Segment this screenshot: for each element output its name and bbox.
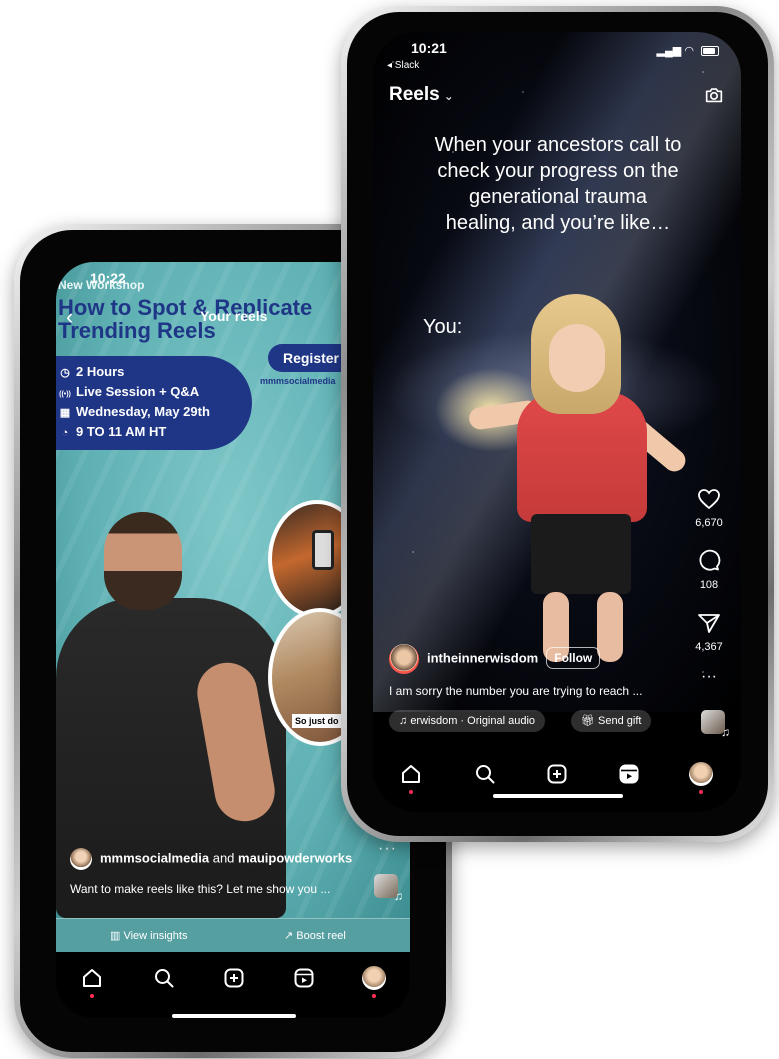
reel-caption[interactable]: I am sorry the number you are trying to … <box>389 684 642 698</box>
comment-count: 108 <box>699 579 719 591</box>
home-notification-dot <box>409 790 413 794</box>
reel-author-row[interactable]: mmmsocialmedia and mauipowderworks <box>70 848 352 870</box>
back-chevron-icon[interactable]: ‹ <box>66 304 73 330</box>
heart-icon[interactable] <box>697 488 721 510</box>
reel-caption[interactable]: Want to make reels like this? Let me sho… <box>70 882 330 896</box>
reel-actions-rail: 6,670 108 4,367 ··· <box>689 488 729 688</box>
page-title: Your reels <box>200 308 268 324</box>
create-post-icon[interactable] <box>545 762 569 786</box>
collab-username[interactable]: mauipowderworks <box>238 850 352 865</box>
search-icon[interactable] <box>152 966 176 990</box>
gift-icon: 🎁︎ <box>581 715 599 727</box>
create-post-icon[interactable] <box>222 966 246 990</box>
detail-time: ◔ 9 TO 11 AM HT <box>58 424 167 439</box>
profile-avatar-icon[interactable] <box>689 762 713 786</box>
workshop-details-pill: ◷ 2 Hours ((•)) Live Session + Q&A ▦ Wednes… <box>56 356 252 450</box>
detail-duration: ◷ 2 Hours <box>58 364 124 379</box>
clock-icon: ◷ <box>60 367 70 379</box>
send-gift-button[interactable]: 🎁︎ Send gift <box>571 710 652 732</box>
front-phone-screen: 10:21 ◂ Slack ▂▄▆ ◠ Reels ⌄ When your anc… <box>373 32 741 812</box>
author-username[interactable]: intheinnerwisdom <box>427 650 538 665</box>
chevron-down-icon[interactable]: ⌄ <box>444 89 454 103</box>
boost-reel-button[interactable]: ↗ Boost reel <box>284 929 346 942</box>
bottom-nav-bar <box>56 952 410 1008</box>
profile-avatar-icon[interactable] <box>362 966 386 990</box>
back-to-slack-link[interactable]: ◂ Slack <box>387 60 419 71</box>
detail-session: ((•)) Live Session + Q&A <box>59 384 200 399</box>
profile-notification-dot <box>372 994 376 998</box>
wifi-icon: ◠ <box>684 45 694 57</box>
more-options-icon[interactable]: ··· <box>689 668 729 686</box>
view-insights-button[interactable]: ▥ View insights <box>110 929 187 942</box>
video-text-overlay: When your ancestors call to check your p… <box>434 134 682 234</box>
comment-button[interactable]: 108 <box>689 548 729 591</box>
reel-video-child <box>467 294 701 694</box>
like-count: 6,670 <box>695 517 723 529</box>
status-time: 10:21 <box>411 40 447 56</box>
audio-thumbnail-icon[interactable]: ♫ <box>701 710 730 739</box>
comment-icon[interactable] <box>697 548 721 572</box>
broadcast-icon: ((•)) <box>59 391 71 398</box>
reel-author-row[interactable]: intheinnerwisdom Follow <box>389 644 601 674</box>
site-url-text: mmmsocialmedia <box>260 376 336 386</box>
like-button[interactable]: 6,670 <box>689 488 729 529</box>
audio-thumbnail-icon[interactable]: ♫ <box>374 874 403 903</box>
time-icon: ◔ <box>61 427 69 439</box>
search-icon[interactable] <box>473 762 497 786</box>
follow-button[interactable]: Follow <box>546 647 601 670</box>
reels-feed-selector[interactable]: Reels ⌄ <box>389 84 454 106</box>
status-icons: ▂▄▆ ◠ <box>657 44 719 57</box>
signal-icon: ▂▄▆ <box>656 45 682 57</box>
avatar[interactable] <box>389 644 419 674</box>
home-notification-dot <box>90 994 94 998</box>
avatar[interactable] <box>70 848 92 870</box>
status-time: 10:22 <box>90 270 126 286</box>
home-icon[interactable] <box>80 966 104 990</box>
calendar-icon: ▦ <box>59 407 71 419</box>
battery-icon <box>701 46 719 57</box>
front-phone: 10:21 ◂ Slack ▂▄▆ ◠ Reels ⌄ When your anc… <box>341 6 774 842</box>
video-you-label: You: <box>423 316 463 338</box>
trend-up-icon: ↗ <box>284 930 297 942</box>
send-icon[interactable] <box>697 612 721 634</box>
reels-icon[interactable] <box>617 762 641 786</box>
reel-actions-bar: ▥ View insights ↗ Boost reel <box>56 918 410 953</box>
detail-date: ▦ Wednesday, May 29th <box>59 404 210 419</box>
profile-notification-dot <box>699 790 703 794</box>
original-audio-chip[interactable]: ♫ erwisdom · Original audio <box>389 710 546 732</box>
bottom-nav-bar <box>373 748 741 812</box>
insights-chart-icon: ▥ <box>110 930 124 942</box>
share-count: 4,367 <box>695 641 723 653</box>
more-options-icon[interactable]: ··· <box>378 840 397 858</box>
reels-icon[interactable] <box>292 966 316 990</box>
home-indicator[interactable] <box>172 1014 296 1018</box>
home-icon[interactable] <box>399 762 423 786</box>
home-indicator[interactable] <box>493 794 623 798</box>
page-title[interactable]: Reels <box>389 84 440 105</box>
share-button[interactable]: 4,367 <box>689 612 729 653</box>
camera-icon[interactable] <box>703 84 725 106</box>
author-username[interactable]: mmmsocialmedia <box>100 850 209 865</box>
music-note-icon: ♫ <box>399 715 411 727</box>
